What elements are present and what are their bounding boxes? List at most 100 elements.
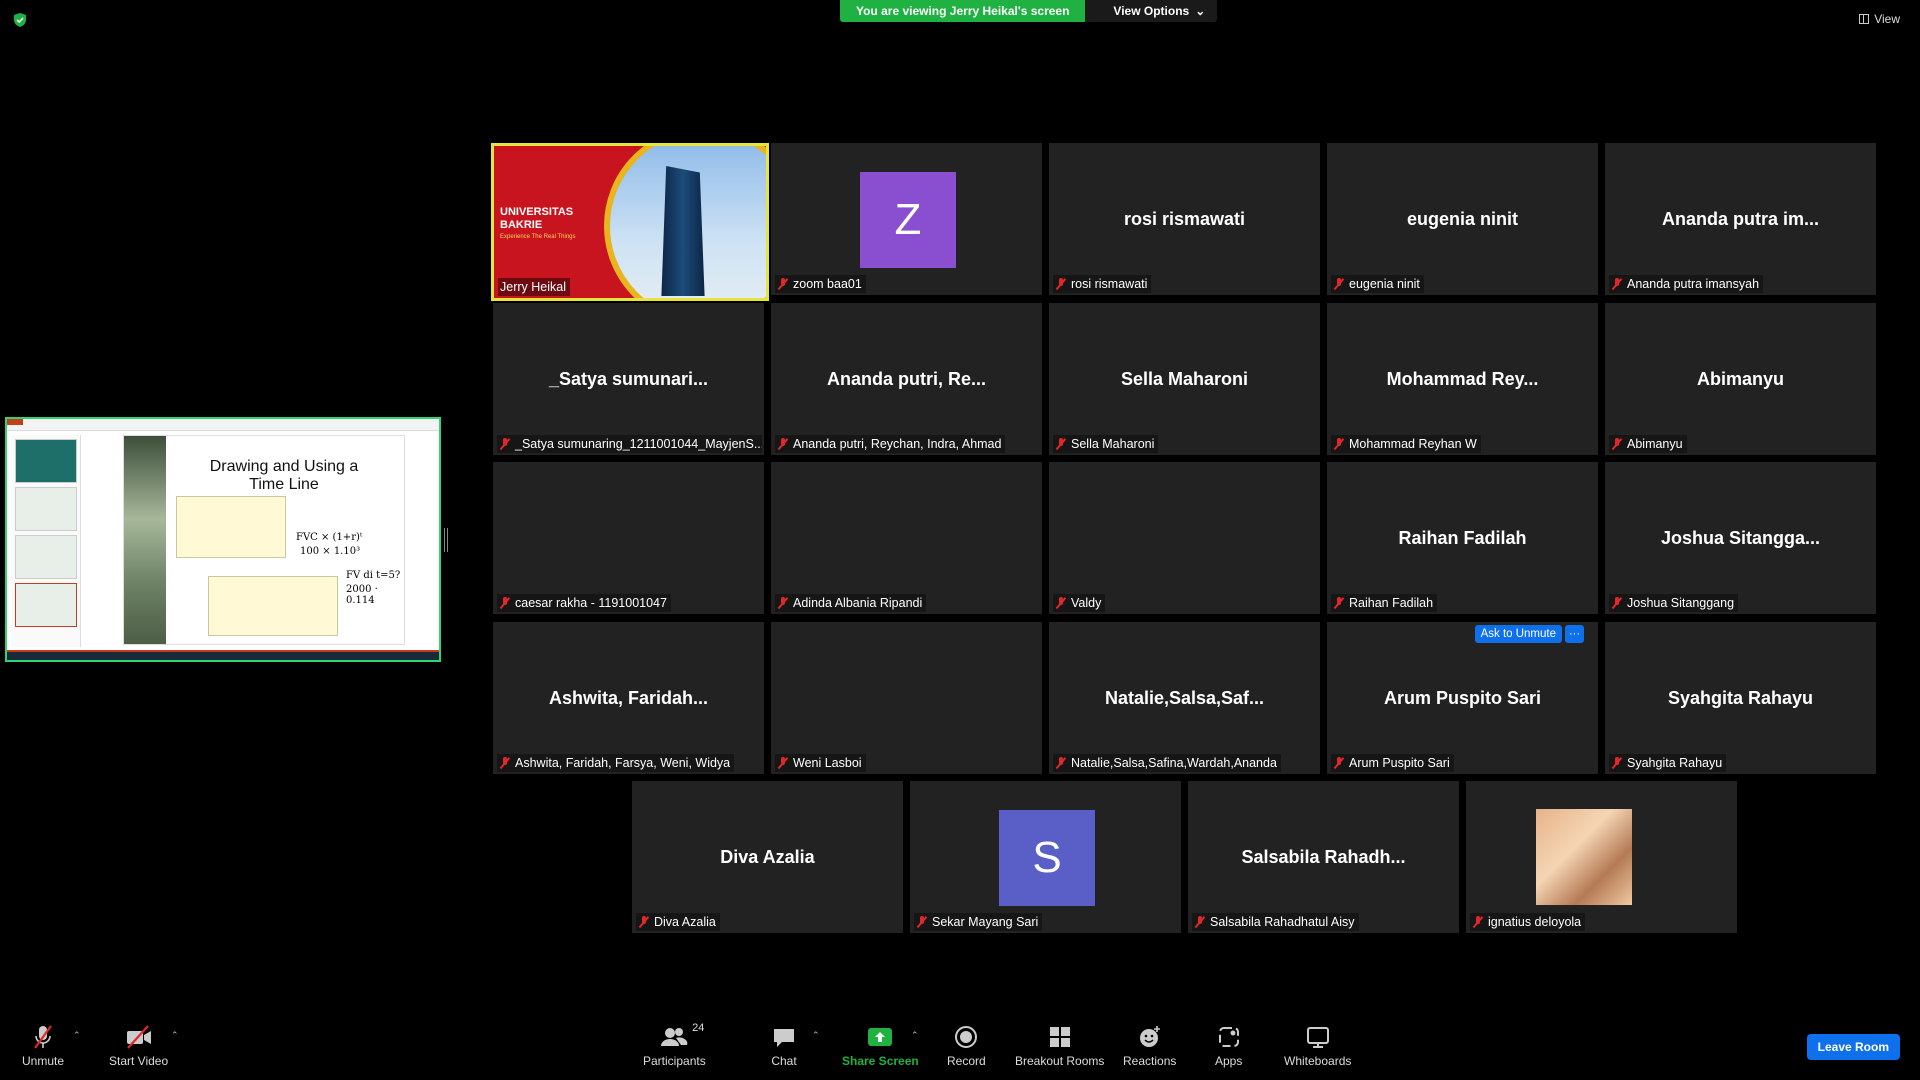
grid-view-icon xyxy=(1859,14,1870,24)
slide-thumbnail xyxy=(15,439,77,483)
video-tile[interactable]: Raihan Fadilah Raihan Fadilah xyxy=(1327,462,1598,614)
video-tile[interactable]: rosi rismawati rosi rismawati xyxy=(1049,143,1320,295)
timeline-panel xyxy=(176,496,286,558)
participant-display-name: eugenia ninit xyxy=(1406,209,1518,229)
record-icon xyxy=(953,1024,979,1050)
participant-name: zoom baa01 xyxy=(793,277,862,291)
video-tile[interactable]: Salsabila Rahadh... Salsabila Rahadhatul … xyxy=(1188,781,1459,933)
audio-options-caret-icon[interactable]: ⌃ xyxy=(73,1030,81,1041)
video-tile-active[interactable]: UNIVERSITAS BAKRIE Experience The Real T… xyxy=(491,143,769,301)
participant-name-label: Syahgita Rahayu xyxy=(1609,754,1727,772)
participant-video-feed xyxy=(1536,809,1632,905)
current-slide: Drawing and Using a Time Line FVC × (1+r… xyxy=(123,435,405,645)
timeline-panel xyxy=(208,576,338,636)
start-video-label: Start Video xyxy=(109,1054,169,1068)
slide-title-line: Drawing and Using a xyxy=(209,458,359,475)
muted-mic-icon xyxy=(777,438,789,450)
participant-name-label: rosi rismawati xyxy=(1053,275,1152,293)
breakout-rooms-icon xyxy=(1047,1024,1073,1050)
slide-thumbnails xyxy=(11,435,81,647)
participant-display-name: Salsabila Rahadh... xyxy=(1241,847,1406,867)
slide-title: Drawing and Using a Time Line xyxy=(184,458,384,494)
muted-mic-icon xyxy=(1611,757,1623,769)
participant-name: Ananda putra imansyah xyxy=(1627,277,1760,291)
slide-thumbnail xyxy=(15,535,77,579)
video-tile[interactable]: caesar rakha - 1191001047 xyxy=(493,462,764,614)
chat-options-caret-icon[interactable]: ⌃ xyxy=(812,1030,820,1041)
video-tile[interactable]: Joshua Sitangga... Joshua Sitanggang xyxy=(1605,462,1876,614)
view-options-button[interactable]: View Options ⌄ xyxy=(1085,0,1218,22)
participant-name-label: Raihan Fadilah xyxy=(1331,594,1438,612)
view-button[interactable]: View xyxy=(1859,12,1900,26)
video-tile[interactable]: eugenia ninit eugenia ninit xyxy=(1327,143,1598,295)
participant-name-label: Ananda putra imansyah xyxy=(1609,275,1764,293)
video-off-icon xyxy=(124,1024,154,1050)
shared-screen-view[interactable]: Drawing and Using a Time Line FVC × (1+r… xyxy=(5,417,441,662)
participants-button[interactable]: 24 Participants xyxy=(643,1022,706,1068)
participant-name-label: Joshua Sitanggang xyxy=(1609,594,1739,612)
microphone-muted-icon xyxy=(31,1024,55,1050)
participant-display-name: rosi rismawati xyxy=(1123,209,1246,229)
muted-mic-icon xyxy=(499,438,511,450)
screen-share-banner: You are viewing Jerry Heikal's screen Vi… xyxy=(840,0,1218,22)
video-tile[interactable]: Ananda putri, Re... Ananda putri, Reychan… xyxy=(771,303,1042,455)
video-tile[interactable]: _Satya sumunari... _Satya sumunaring_1211… xyxy=(493,303,764,455)
share-screen-button[interactable]: Share Screen xyxy=(842,1024,919,1068)
participant-display-name: Ashwita, Faridah... xyxy=(548,688,709,708)
slide-thumbnail xyxy=(15,583,77,627)
video-tile[interactable]: ignatius deloyola xyxy=(1466,781,1737,933)
breakout-rooms-button[interactable]: Breakout Rooms xyxy=(1015,1024,1104,1068)
video-tile[interactable]: Ananda putra im... Ananda putra imansyah xyxy=(1605,143,1876,295)
video-tile[interactable]: Diva Azalia Diva Azalia xyxy=(632,781,903,933)
reactions-button[interactable]: Reactions xyxy=(1123,1024,1176,1068)
muted-mic-icon xyxy=(1333,597,1345,609)
video-tile[interactable]: Abimanyu Abimanyu xyxy=(1605,303,1876,455)
video-tile[interactable]: Zzoom baa01 xyxy=(771,143,1042,295)
ask-to-unmute-button[interactable]: Ask to Unmute xyxy=(1474,625,1562,643)
chat-button[interactable]: Chat xyxy=(771,1024,797,1068)
handwritten-note: 2000 · 0.114 xyxy=(346,584,378,606)
participant-name: Sella Maharoni xyxy=(1071,437,1155,451)
participant-name: Jerry Heikal xyxy=(500,280,566,294)
brand-tagline: Experience The Real Things xyxy=(500,234,576,240)
more-options-button[interactable]: ··· xyxy=(1565,625,1584,643)
leave-room-button[interactable]: Leave Room xyxy=(1806,1034,1900,1060)
video-tile[interactable]: S Sekar Mayang Sari xyxy=(910,781,1181,933)
slide-thumbnail xyxy=(15,487,77,531)
security-shield-icon[interactable] xyxy=(12,12,28,28)
muted-mic-icon xyxy=(638,916,650,928)
avatar: S xyxy=(999,810,1095,906)
video-tile[interactable]: Syahgita Rahayu Syahgita Rahayu xyxy=(1605,622,1876,774)
participant-name-label: caesar rakha - 1191001047 xyxy=(497,594,671,612)
record-button[interactable]: Record xyxy=(947,1024,986,1068)
video-tile[interactable]: Arum Puspito Sari Ask to Unmute ··· Arum Pu… xyxy=(1327,622,1598,774)
unmute-button[interactable]: Unmute xyxy=(22,1024,64,1068)
participant-name: caesar rakha - 1191001047 xyxy=(515,596,667,610)
resize-handle[interactable] xyxy=(444,528,448,552)
share-screen-label: Share Screen xyxy=(842,1054,919,1068)
participant-display-name: Joshua Sitangga... xyxy=(1660,528,1821,548)
participant-video-feed xyxy=(552,462,705,614)
participant-name: Sekar Mayang Sari xyxy=(932,915,1039,929)
apps-button[interactable]: Apps xyxy=(1215,1024,1242,1068)
participant-name-label: eugenia ninit xyxy=(1331,275,1424,293)
muted-mic-icon xyxy=(1194,916,1206,928)
video-tile[interactable]: Valdy xyxy=(1049,462,1320,614)
video-options-caret-icon[interactable]: ⌃ xyxy=(171,1030,179,1041)
video-tile[interactable]: Sella Maharoni Sella Maharoni xyxy=(1049,303,1320,455)
participant-name: Arum Puspito Sari xyxy=(1349,756,1450,770)
participant-name-label: Sekar Mayang Sari xyxy=(914,913,1043,931)
video-tile[interactable]: Mohammad Rey... Mohammad Reyhan W xyxy=(1327,303,1598,455)
start-video-button[interactable]: Start Video xyxy=(109,1024,168,1068)
banner-tower xyxy=(661,166,705,296)
chat-label: Chat xyxy=(771,1054,797,1068)
participant-name: Diva Azalia xyxy=(654,915,716,929)
video-tile[interactable]: Natalie,Salsa,Saf... Natalie,Salsa,Safina… xyxy=(1049,622,1320,774)
share-options-caret-icon[interactable]: ⌃ xyxy=(911,1030,919,1041)
video-tile[interactable]: Adinda Albania Ripandi xyxy=(771,462,1042,614)
record-label: Record xyxy=(947,1054,986,1068)
whiteboards-button[interactable]: Whiteboards xyxy=(1284,1024,1351,1068)
muted-mic-icon xyxy=(1055,438,1067,450)
video-tile[interactable]: Ashwita, Faridah... Ashwita, Faridah, Far… xyxy=(493,622,764,774)
video-tile[interactable]: Weni Lasboi xyxy=(771,622,1042,774)
